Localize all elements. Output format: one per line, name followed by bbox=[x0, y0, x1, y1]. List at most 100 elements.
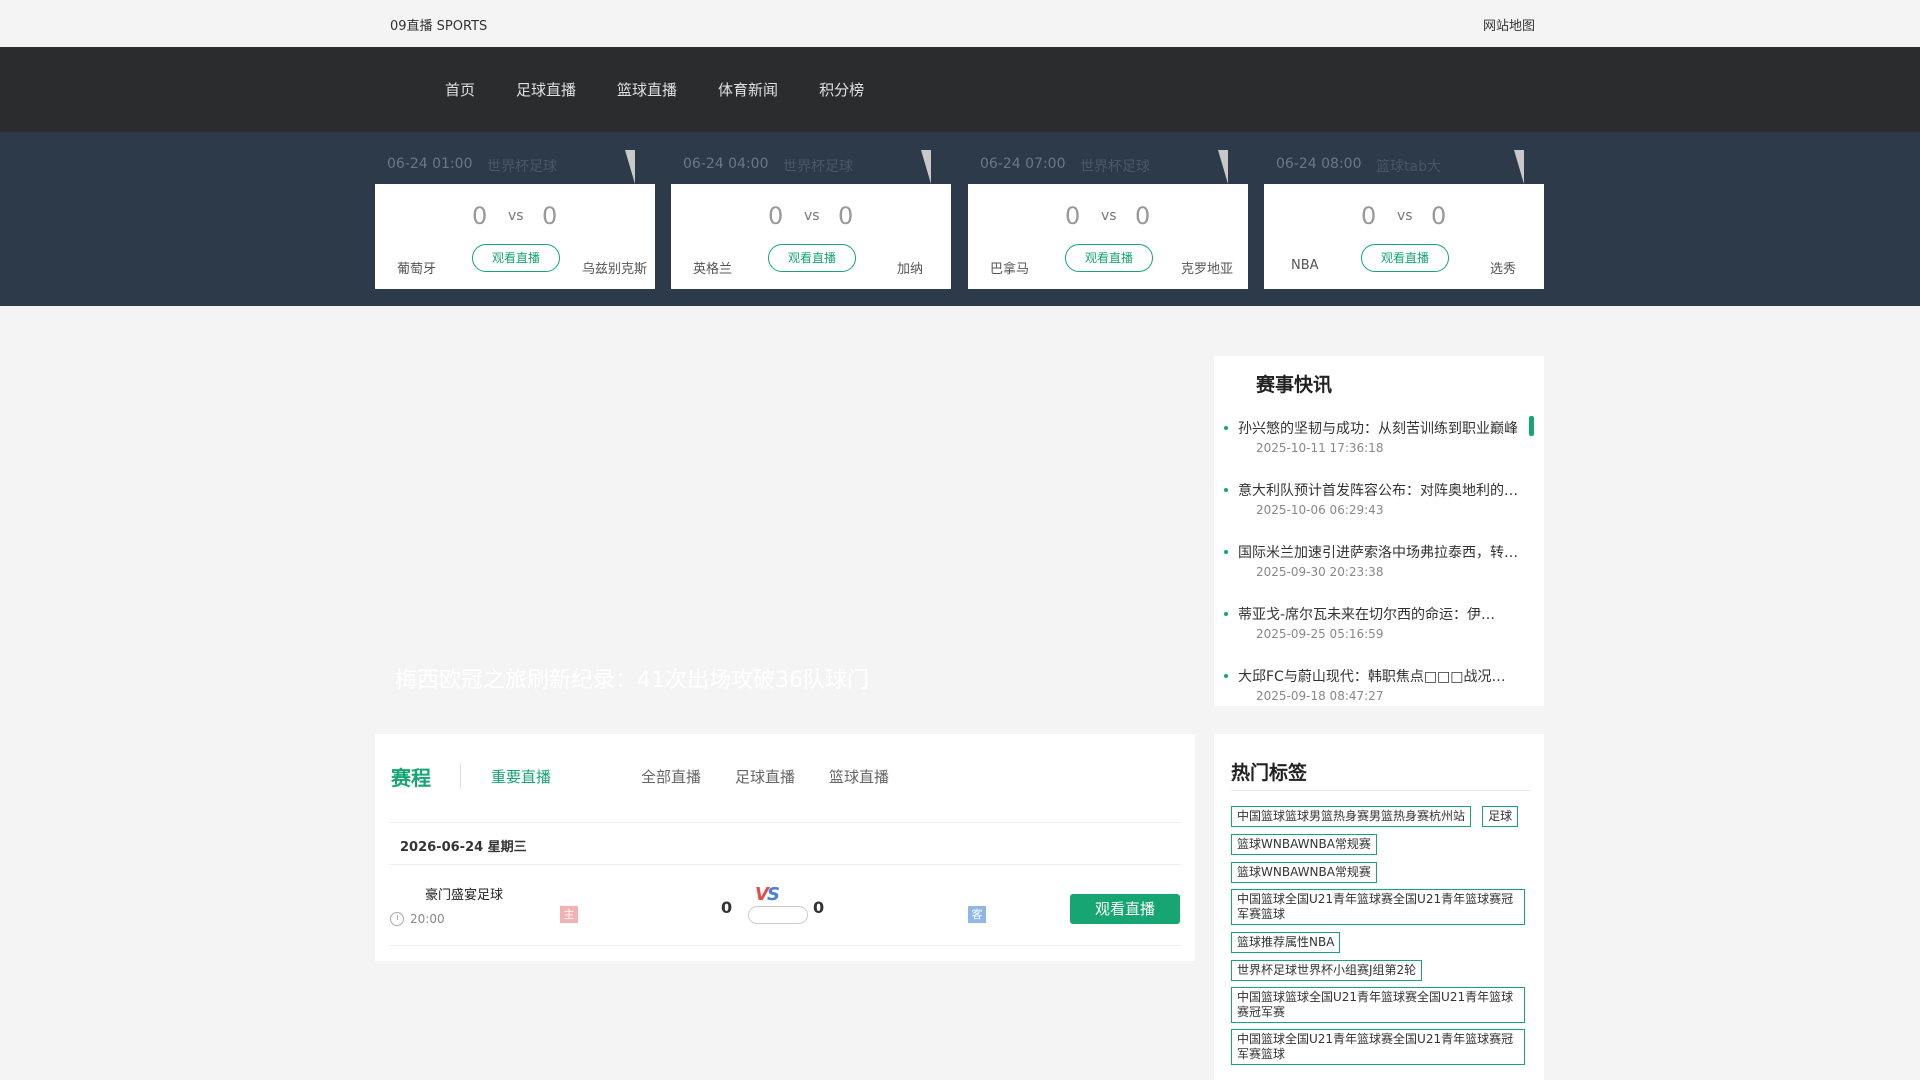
tag-item[interactable]: 中国篮球篮球全国U21青年篮球赛全国U21青年篮球赛冠军赛 bbox=[1231, 987, 1525, 1023]
nav-item-home[interactable]: 首页 bbox=[445, 79, 475, 100]
news-title[interactable]: 大邱FC与蔚山现代：韩职焦点□□□战况… bbox=[1238, 666, 1528, 686]
nav-item-sports-news[interactable]: 体育新闻 bbox=[718, 79, 778, 100]
hot-tags-panel: 热门标签 中国篮球篮球男篮热身赛男篮热身赛杭州站 足球 篮球WNBAWNBA常规… bbox=[1214, 734, 1544, 1080]
home-badge: 主 bbox=[560, 906, 578, 923]
hot-tags-title: 热门标签 bbox=[1231, 762, 1308, 784]
scrollbar-thumb[interactable] bbox=[1529, 416, 1534, 436]
news-date: 2025-09-25 05:16:59 bbox=[1256, 627, 1384, 641]
schedule-panel: 赛程 重要直播 全部直播 足球直播 篮球直播 2026-06-24 星期三 豪门… bbox=[375, 734, 1195, 961]
divider bbox=[389, 945, 1181, 946]
schedule-title: 赛程 bbox=[391, 766, 431, 790]
match-card-header: 06-24 01:00 世界杯足球 bbox=[375, 132, 655, 184]
away-score: 0 bbox=[542, 202, 558, 230]
news-date: 2025-10-06 06:29:43 bbox=[1256, 503, 1384, 517]
tag-item[interactable]: 篮球WNBAWNBA常规赛 bbox=[1231, 834, 1377, 855]
tag-list: 中国篮球篮球男篮热身赛男篮热身赛杭州站 足球 篮球WNBAWNBA常规赛 篮球W… bbox=[1231, 805, 1531, 1071]
home-team: NBA bbox=[1291, 258, 1319, 273]
vs-label: vs bbox=[1101, 208, 1117, 224]
match-card[interactable]: 06-24 04:00 世界杯足球 0 vs 0 英格兰 观看直播 加纳 bbox=[671, 132, 951, 289]
away-team: 选秀 bbox=[1489, 262, 1516, 277]
vs-right-letter: S bbox=[766, 884, 780, 905]
divider bbox=[389, 822, 1181, 823]
home-score: 0 bbox=[1361, 202, 1377, 230]
game-league: 豪门盛宴足球 bbox=[425, 888, 504, 903]
vs-label: vs bbox=[508, 208, 524, 224]
away-score: 0 bbox=[1135, 202, 1151, 230]
match-card-body: 0 vs 0 英格兰 观看直播 加纳 bbox=[671, 184, 951, 289]
match-time: 06-24 01:00 bbox=[387, 156, 473, 172]
schedule-date: 2026-06-24 星期三 bbox=[400, 840, 527, 855]
tab-football-live[interactable]: 足球直播 bbox=[735, 766, 795, 787]
watch-live-button[interactable]: 观看直播 bbox=[1070, 894, 1180, 924]
top-bar: 09直播 SPORTS 网站地图 bbox=[0, 0, 1920, 47]
game-home-score: 0 bbox=[721, 898, 733, 917]
watch-live-button[interactable]: 观看直播 bbox=[1065, 244, 1153, 272]
watch-live-button[interactable]: 观看直播 bbox=[1361, 244, 1449, 272]
away-score: 0 bbox=[838, 202, 854, 230]
news-date: 2025-09-18 08:47:27 bbox=[1256, 689, 1384, 703]
tag-item[interactable]: 中国篮球全国U21青年篮球赛全国U21青年篮球赛冠军赛篮球 bbox=[1231, 889, 1525, 925]
news-panel: 赛事快讯 孙兴慜的坚韧与成功：从刻苦训练到职业巅峰 2025-10-11 17:… bbox=[1214, 356, 1544, 706]
nav-item-basketball-live[interactable]: 篮球直播 bbox=[617, 79, 677, 100]
divider bbox=[389, 864, 1181, 865]
bullet-icon bbox=[1224, 488, 1228, 492]
vs-label: vs bbox=[804, 208, 820, 224]
game-away-score: 0 bbox=[813, 898, 825, 917]
watch-live-button[interactable]: 观看直播 bbox=[472, 244, 560, 272]
vs-pill bbox=[748, 906, 808, 924]
watch-live-button[interactable]: 观看直播 bbox=[768, 244, 856, 272]
news-title[interactable]: 孙兴慜的坚韧与成功：从刻苦训练到职业巅峰 bbox=[1238, 418, 1528, 438]
banner-caption[interactable]: 梅西欧冠之旅刷新纪录：41次出场攻破36队球门 bbox=[395, 662, 869, 694]
sitemap-link[interactable]: 网站地图 bbox=[1483, 15, 1535, 34]
match-card-header: 06-24 04:00 世界杯足球 bbox=[671, 132, 951, 184]
flag-icon bbox=[1218, 150, 1228, 184]
match-league: 世界杯足球 bbox=[783, 159, 853, 175]
tag-item[interactable]: 篮球推荐属性NBA bbox=[1231, 932, 1341, 953]
headline-banner[interactable]: 梅西欧冠之旅刷新纪录：41次出场攻破36队球门 bbox=[375, 356, 1195, 710]
away-team: 加纳 bbox=[896, 262, 923, 277]
bullet-icon bbox=[1224, 426, 1228, 430]
clock-icon bbox=[390, 912, 404, 926]
tab-basketball-live[interactable]: 篮球直播 bbox=[829, 766, 889, 787]
tab-important-live[interactable]: 重要直播 bbox=[491, 766, 551, 787]
nav-item-standings[interactable]: 积分榜 bbox=[819, 79, 864, 100]
news-title[interactable]: 意大利队预计首发阵容公布：对阵奥地利的关键一战 bbox=[1238, 480, 1528, 500]
match-league: 世界杯足球 bbox=[1080, 159, 1150, 175]
divider bbox=[460, 764, 461, 788]
vs-label: vs bbox=[1397, 208, 1413, 224]
match-card[interactable]: 06-24 08:00 篮球tab大 0 vs 0 NBA 观看直播 选秀 bbox=[1264, 132, 1544, 289]
flag-icon bbox=[921, 150, 931, 184]
away-score: 0 bbox=[1431, 202, 1447, 230]
flag-icon bbox=[1514, 150, 1524, 184]
tag-item[interactable]: 世界杯足球世界杯小组赛J组第2轮 bbox=[1231, 960, 1423, 981]
home-team: 英格兰 bbox=[693, 262, 733, 277]
tab-all-live[interactable]: 全部直播 bbox=[641, 766, 701, 787]
match-card[interactable]: 06-24 07:00 世界杯足球 0 vs 0 巴拿马 观看直播 克罗地亚 bbox=[968, 132, 1248, 289]
match-card-header: 06-24 07:00 世界杯足球 bbox=[968, 132, 1248, 184]
match-card-body: 0 vs 0 NBA 观看直播 选秀 bbox=[1264, 184, 1544, 289]
match-time: 06-24 04:00 bbox=[683, 156, 769, 172]
home-team: 葡萄牙 bbox=[397, 262, 437, 277]
match-carousel: 06-24 01:00 世界杯足球 0 vs 0 葡萄牙 观看直播 乌兹别克斯 … bbox=[0, 132, 1920, 306]
game-time: 20:00 bbox=[410, 912, 445, 926]
vs-icon: VS bbox=[755, 884, 780, 905]
tag-item[interactable]: 中国篮球全国U21青年篮球赛全国U21青年篮球赛冠军赛篮球 bbox=[1231, 1029, 1525, 1065]
match-league: 篮球tab大 bbox=[1376, 159, 1441, 175]
match-card[interactable]: 06-24 01:00 世界杯足球 0 vs 0 葡萄牙 观看直播 乌兹别克斯 bbox=[375, 132, 655, 289]
home-score: 0 bbox=[1065, 202, 1081, 230]
bullet-icon bbox=[1224, 612, 1228, 616]
nav-item-football-live[interactable]: 足球直播 bbox=[516, 79, 576, 100]
home-score: 0 bbox=[472, 202, 488, 230]
news-panel-title: 赛事快讯 bbox=[1256, 374, 1333, 396]
away-team: 克罗地亚 bbox=[1180, 262, 1233, 277]
home-score: 0 bbox=[768, 202, 784, 230]
tag-item[interactable]: 足球 bbox=[1482, 806, 1519, 827]
site-brand[interactable]: 09直播 SPORTS bbox=[390, 15, 487, 34]
divider bbox=[1231, 790, 1530, 791]
tag-item[interactable]: 中国篮球篮球男篮热身赛男篮热身赛杭州站 bbox=[1231, 806, 1472, 827]
tag-item[interactable]: 篮球WNBAWNBA常规赛 bbox=[1231, 862, 1377, 883]
match-card-body: 0 vs 0 巴拿马 观看直播 克罗地亚 bbox=[968, 184, 1248, 289]
news-title[interactable]: 国际米兰加速引进萨索洛中场弗拉泰西，转会进展 bbox=[1238, 542, 1528, 562]
news-title[interactable]: 蒂亚戈-席尔瓦未来在切尔西的命运：伊… bbox=[1238, 604, 1528, 624]
away-badge: 客 bbox=[968, 906, 986, 923]
